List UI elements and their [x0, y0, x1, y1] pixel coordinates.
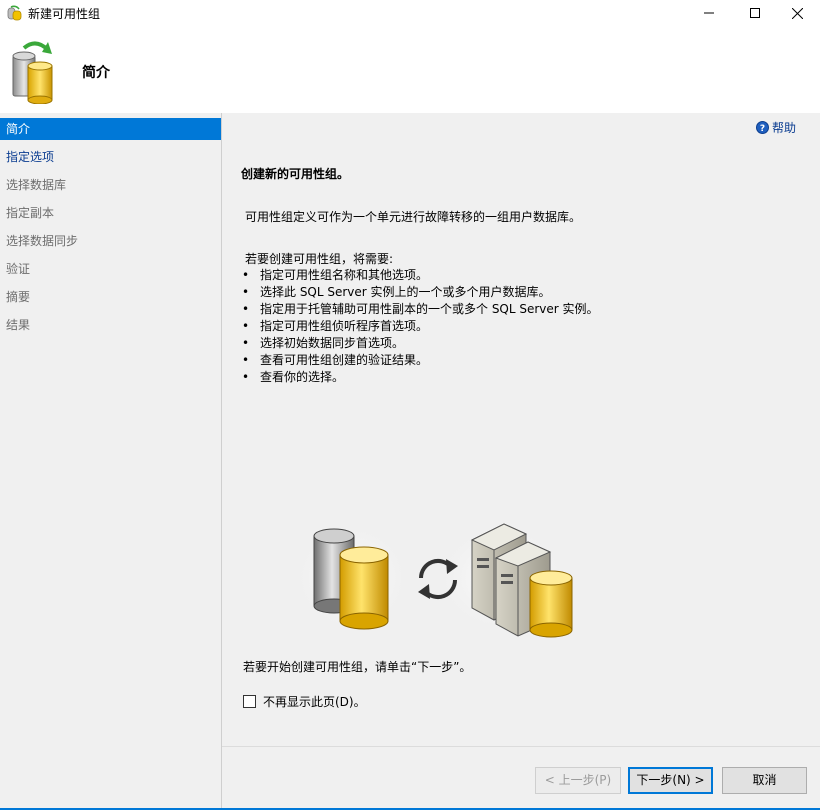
description-text: 可用性组定义可作为一个单元进行故障转移的一组用户数据库。 [245, 210, 582, 224]
availability-group-app-icon [7, 5, 23, 24]
sidebar-item-data-sync[interactable]: 选择数据同步 [0, 230, 221, 252]
wizard-sidebar: 简介 指定选项 选择数据库 指定副本 选择数据同步 验证 摘要 结果 [0, 113, 222, 810]
sidebar-item-intro[interactable]: 简介 [0, 118, 221, 140]
checkbox-box[interactable] [243, 695, 256, 708]
help-label: 帮助 [772, 121, 797, 135]
availability-group-illustration [290, 518, 592, 641]
sidebar-item-results[interactable]: 结果 [0, 314, 221, 336]
sidebar-item-select-databases[interactable]: 选择数据库 [0, 174, 221, 196]
sidebar-item-specify-options[interactable]: 指定选项 [0, 146, 221, 168]
sidebar-item-specify-replicas[interactable]: 指定副本 [0, 202, 221, 224]
svg-text:?: ? [760, 124, 765, 134]
list-item: • 指定可用性组名称和其他选项。 [242, 268, 429, 282]
close-button[interactable] [774, 0, 820, 26]
help-link[interactable]: ? 帮助 [756, 119, 796, 136]
list-item: • 选择此 SQL Server 实例上的一个或多个用户数据库。 [242, 285, 551, 299]
title-bar: 新建可用性组 [0, 0, 820, 26]
list-item: • 指定可用性组侦听程序首选项。 [242, 319, 429, 333]
list-item: • 指定用于托管辅助可用性副本的一个或多个 SQL Server 实例。 [242, 302, 599, 316]
minimize-icon [704, 12, 714, 14]
page-heading: 简介 [82, 65, 110, 81]
previous-button[interactable]: < 上一步(P) [535, 767, 621, 794]
availability-group-wizard-icon [10, 38, 58, 107]
list-item: • 查看可用性组创建的验证结果。 [242, 353, 429, 367]
wizard-content: ? 帮助 创建新的可用性组。 可用性组定义可作为一个单元进行故障转移的一组用户数… [222, 113, 820, 746]
minimize-button[interactable] [686, 0, 732, 26]
wizard-header: 简介 [0, 26, 820, 113]
window-title: 新建可用性组 [28, 7, 101, 21]
wizard-footer: < 上一步(P) 下一步(N) > 取消 [222, 746, 820, 810]
requirements-intro: 若要创建可用性组，将需要: [245, 252, 394, 266]
sidebar-item-summary[interactable]: 摘要 [0, 286, 221, 308]
cancel-button[interactable]: 取消 [722, 767, 807, 794]
list-item: • 查看你的选择。 [242, 370, 345, 384]
help-icon: ? [756, 121, 769, 134]
next-button[interactable]: 下一步(N) > [628, 767, 713, 794]
dont-show-again-checkbox[interactable]: 不再显示此页(D)。 [243, 693, 366, 710]
content-heading: 创建新的可用性组。 [241, 167, 350, 181]
requirements-list: • 指定可用性组名称和其他选项。 • 选择此 SQL Server 实例上的一个或多… [242, 267, 599, 386]
start-instruction: 若要开始创建可用性组，请单击“下一步”。 [243, 660, 472, 674]
sidebar-item-validation[interactable]: 验证 [0, 258, 221, 280]
maximize-button[interactable] [732, 0, 778, 26]
checkbox-label: 不再显示此页(D)。 [263, 695, 366, 709]
maximize-icon [750, 8, 760, 18]
list-item: • 选择初始数据同步首选项。 [242, 336, 405, 350]
close-icon [791, 7, 803, 19]
